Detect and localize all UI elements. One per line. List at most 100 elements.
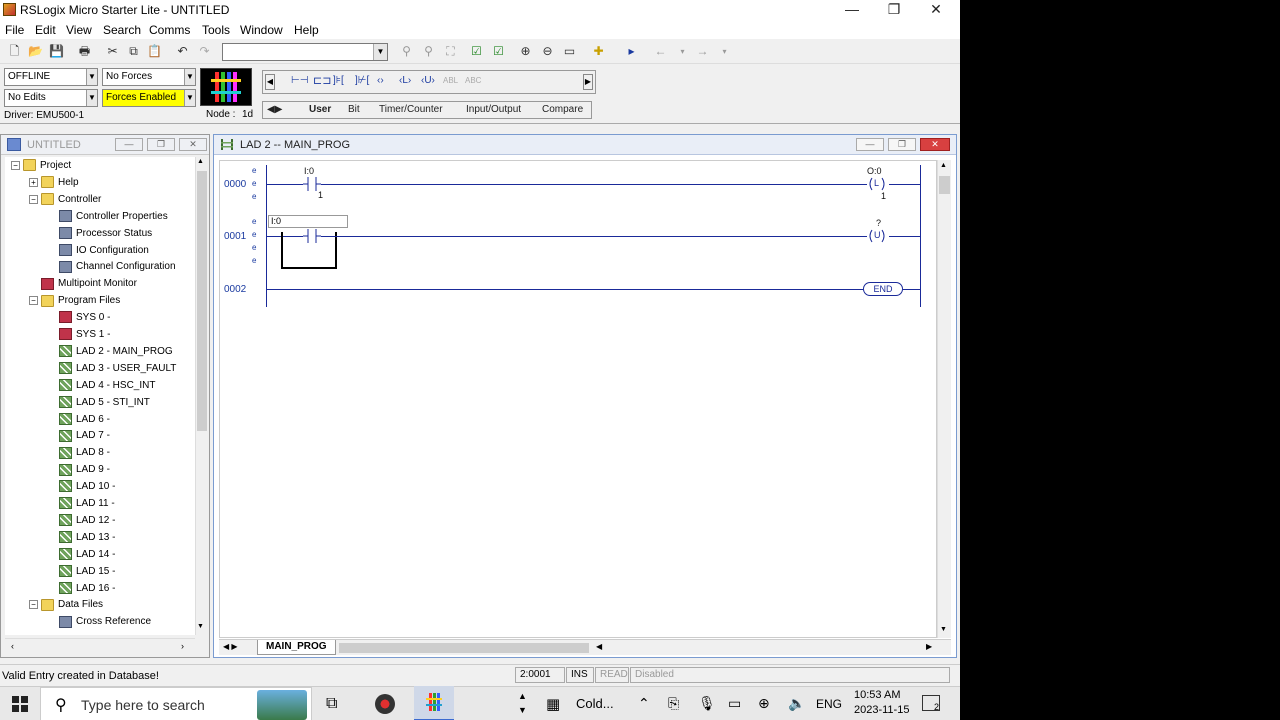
tree-item[interactable]: SYS 0 - bbox=[47, 310, 110, 327]
tree-item[interactable]: LAD 7 - bbox=[47, 428, 110, 445]
close-icon[interactable]: ✕ bbox=[920, 138, 950, 151]
open-folder-icon[interactable]: 📂 bbox=[27, 43, 44, 60]
clock-date[interactable]: 2023-11-15 bbox=[854, 704, 909, 716]
tree-item[interactable]: + Help bbox=[29, 175, 79, 192]
output-address[interactable]: O:0 bbox=[867, 166, 882, 176]
chevron-down-icon[interactable]: ▼ bbox=[86, 90, 97, 106]
search-combo[interactable]: ▼ bbox=[222, 43, 388, 61]
scroll-thumb[interactable] bbox=[197, 171, 207, 431]
new-rung-icon[interactable]: ⊢⊣ bbox=[291, 75, 308, 86]
tree-item[interactable]: Processor Status bbox=[47, 226, 152, 243]
paste-icon[interactable]: 📋 bbox=[146, 43, 163, 60]
network-device-icon[interactable]: ⎘ bbox=[668, 695, 679, 712]
otl-coil[interactable]: L bbox=[865, 176, 889, 192]
project-tree-vscrollbar[interactable]: ▲ ▼ bbox=[195, 157, 208, 635]
tree-item[interactable]: − Controller bbox=[29, 192, 101, 209]
tab-input-output[interactable]: Input/Output bbox=[466, 104, 521, 115]
chevron-down-icon[interactable]: ▼ bbox=[184, 90, 195, 106]
rung-number[interactable]: 0000 bbox=[224, 179, 246, 190]
tree-item[interactable]: − Data Files bbox=[29, 597, 103, 614]
scroll-thumb[interactable] bbox=[939, 176, 950, 194]
xic-icon[interactable]: ]⊧[ bbox=[333, 75, 344, 86]
scroll-up-icon[interactable]: ▲ bbox=[197, 158, 204, 165]
scroll-down-icon[interactable]: ▼ bbox=[197, 623, 204, 630]
palette-scroll-right-icon[interactable]: ▶ bbox=[583, 74, 593, 90]
mode-select[interactable]: OFFLINE ▼ bbox=[4, 68, 98, 86]
xio-icon[interactable]: ]⊬[ bbox=[355, 75, 369, 86]
menu-edit[interactable]: Edit bbox=[35, 23, 56, 37]
tree-item[interactable]: Multipoint Monitor bbox=[29, 276, 137, 293]
chevron-down-icon[interactable]: ▼ bbox=[373, 44, 387, 60]
scroll-right-icon[interactable]: › bbox=[181, 641, 184, 651]
find-icon[interactable]: ⛶ bbox=[442, 43, 459, 60]
chevron-up-icon[interactable]: ⌃ bbox=[638, 695, 650, 712]
restore-icon[interactable]: ❐ bbox=[147, 138, 175, 151]
tree-item[interactable]: LAD 3 - USER_FAULT bbox=[47, 361, 176, 378]
tree-item[interactable]: LAD 16 - bbox=[47, 581, 115, 598]
project-tree-hscrollbar[interactable]: ‹ › bbox=[5, 638, 195, 654]
verify-all-icon[interactable]: ⚲ bbox=[420, 43, 437, 60]
collapse-icon[interactable]: − bbox=[11, 160, 20, 170]
ladder-editor[interactable]: 0000 I:0 1 O:0 L 1 0001 I:0 ? U 0002 END… bbox=[219, 160, 937, 638]
maximize-button[interactable]: ❐ bbox=[872, 0, 916, 20]
tree-item[interactable]: LAD 12 - bbox=[47, 513, 115, 530]
tree-item[interactable]: Cross Reference bbox=[47, 614, 151, 631]
otu-icon[interactable]: ‹U› bbox=[421, 75, 435, 86]
tree-item[interactable]: SYS 1 - bbox=[47, 327, 110, 344]
tree-item[interactable]: LAD 11 - bbox=[47, 496, 115, 513]
scroll-left-icon[interactable]: ‹ bbox=[11, 641, 14, 651]
window-icon[interactable]: ▭ bbox=[561, 43, 578, 60]
notifications-icon[interactable]: 2 bbox=[922, 695, 940, 712]
tree-item[interactable]: LAD 13 - bbox=[47, 530, 115, 547]
output-address[interactable]: ? bbox=[876, 218, 881, 228]
tree-item[interactable]: − Project bbox=[11, 158, 71, 175]
tree-item[interactable]: LAD 6 - bbox=[47, 412, 110, 429]
scroll-up-icon[interactable]: ▲ bbox=[940, 162, 947, 169]
menu-view[interactable]: View bbox=[66, 23, 92, 37]
weather-label[interactable]: Cold... bbox=[576, 696, 614, 711]
rung-number[interactable]: 0001 bbox=[224, 231, 246, 242]
forward-dropdown-icon[interactable]: ▾ bbox=[716, 43, 733, 60]
taskbar-scroll-icon[interactable]: ▲ ▼ bbox=[518, 689, 527, 717]
windows-start-icon[interactable] bbox=[12, 696, 28, 712]
tab-bit[interactable]: Bit bbox=[348, 104, 360, 115]
address-edit-input[interactable]: I:0 bbox=[268, 215, 348, 228]
tree-item[interactable]: LAD 2 - MAIN_PROG bbox=[47, 344, 173, 361]
microphone-icon[interactable]: 🎙 bbox=[698, 695, 716, 712]
scroll-right-icon[interactable]: ▶ bbox=[926, 642, 932, 651]
back-icon[interactable]: ← bbox=[652, 43, 669, 60]
ote-icon[interactable]: ‹› bbox=[377, 75, 384, 86]
otl-icon[interactable]: ‹L› bbox=[399, 75, 411, 86]
menu-comms[interactable]: Comms bbox=[149, 23, 190, 37]
close-button[interactable]: ✕ bbox=[914, 0, 958, 20]
minimize-icon[interactable]: — bbox=[115, 138, 143, 151]
tree-item[interactable]: Controller Properties bbox=[47, 209, 168, 226]
save-icon[interactable]: 💾 bbox=[48, 43, 65, 60]
tree-item[interactable]: LAD 8 - bbox=[47, 445, 110, 462]
hscroll-thumb[interactable] bbox=[339, 643, 589, 653]
branch-icon[interactable]: ⊏⊐ bbox=[313, 74, 331, 87]
abl-icon[interactable]: ABL bbox=[443, 76, 458, 85]
scroll-left-icon[interactable]: ◀ bbox=[596, 642, 602, 651]
tree-item[interactable]: Channel Configuration bbox=[47, 259, 176, 276]
taskbar-search-box[interactable]: ⚲ Type here to search bbox=[40, 687, 312, 720]
chevron-down-icon[interactable]: ▼ bbox=[86, 69, 97, 85]
menu-file[interactable]: File bbox=[5, 23, 24, 37]
minimize-icon[interactable]: — bbox=[856, 138, 884, 151]
rslogix-taskbar-button[interactable] bbox=[414, 686, 454, 720]
battery-icon[interactable]: ▭ bbox=[728, 695, 741, 712]
ladder-vscrollbar[interactable]: ▲ ▼ bbox=[937, 160, 951, 638]
edits-select[interactable]: No Edits ▼ bbox=[4, 89, 98, 107]
tree-item[interactable]: LAD 5 - STI_INT bbox=[47, 395, 150, 412]
end-rung[interactable]: END bbox=[863, 282, 903, 296]
print-icon[interactable]: 🖶 bbox=[76, 43, 93, 60]
cut-icon[interactable]: ✂ bbox=[104, 43, 121, 60]
app-icon[interactable] bbox=[3, 3, 16, 16]
forces-select[interactable]: No Forces ▼ bbox=[102, 68, 196, 86]
task-view-icon[interactable]: ⧉ bbox=[326, 695, 337, 713]
new-file-icon[interactable]: 🗋 bbox=[6, 43, 23, 60]
collapse-icon[interactable]: − bbox=[29, 600, 38, 610]
palette-scroll-left-icon[interactable]: ◀ bbox=[265, 74, 275, 90]
forces-enabled-select[interactable]: Forces Enabled ▼ bbox=[102, 89, 196, 107]
expand-icon[interactable]: + bbox=[29, 177, 38, 187]
